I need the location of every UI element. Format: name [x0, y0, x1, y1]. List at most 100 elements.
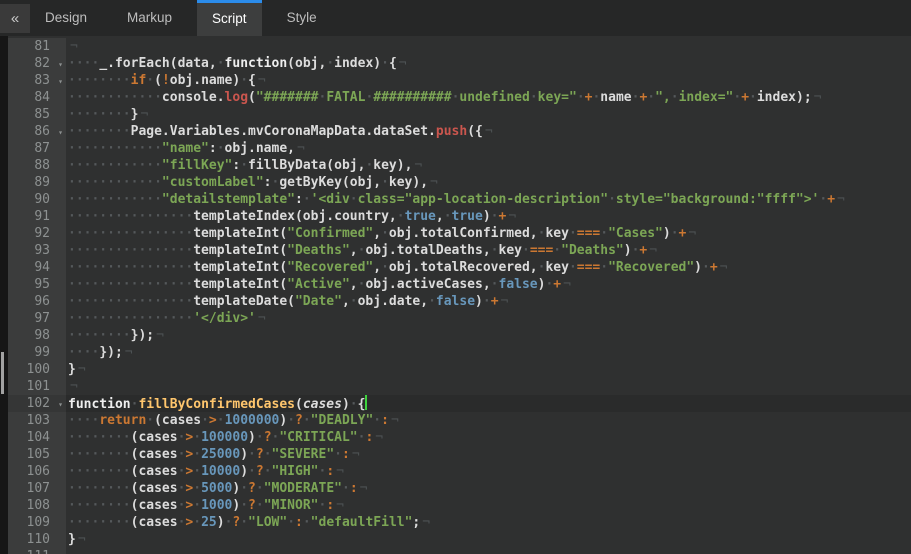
code-line-content[interactable]: ················templateIndex(obj.countr… [66, 208, 911, 225]
code-line-83[interactable]: 83▾········if·(!obj.name)·{¬ [8, 72, 911, 89]
gutter-line-number[interactable]: 84 [8, 89, 66, 106]
code-line-110[interactable]: 110}¬ [8, 531, 911, 548]
code-line-108[interactable]: 108········(cases·>·1000)·?·"MINOR"·:¬ [8, 497, 911, 514]
code-line-85[interactable]: 85········}¬ [8, 106, 911, 123]
gutter-line-number[interactable]: 81 [8, 38, 66, 55]
code-line-content[interactable]: ····_.forEach(data,·function(obj,·index)… [66, 55, 911, 72]
code-line-104[interactable]: 104········(cases·>·100000)·?·"CRITICAL"… [8, 429, 911, 446]
code-line-100[interactable]: 100}¬ [8, 361, 911, 378]
gutter-line-number[interactable]: 95 [8, 276, 66, 293]
gutter-line-number[interactable]: 99 [8, 344, 66, 361]
gutter-line-number[interactable]: 91 [8, 208, 66, 225]
code-line-content[interactable]: ········Page.Variables.mvCoronaMapData.d… [66, 123, 911, 140]
code-line-96[interactable]: 96················templateDate("Date",·o… [8, 293, 911, 310]
code-line-content[interactable]: ············"detailstemplate":·'<div·cla… [66, 191, 911, 208]
gutter-line-number[interactable]: 94 [8, 259, 66, 276]
code-line-88[interactable]: 88············"fillKey":·fillByData(obj,… [8, 157, 911, 174]
gutter-line-number[interactable]: 89 [8, 174, 66, 191]
tab-markup[interactable]: Markup [112, 0, 187, 36]
code-line-111[interactable]: 111 [8, 548, 911, 554]
code-line-91[interactable]: 91················templateIndex(obj.coun… [8, 208, 911, 225]
code-line-content[interactable] [66, 548, 911, 554]
gutter-line-number[interactable]: 102▾ [8, 395, 66, 412]
gutter-line-number[interactable]: 86▾ [8, 123, 66, 140]
code-line-107[interactable]: 107········(cases·>·5000)·?·"MODERATE"·:… [8, 480, 911, 497]
code-line-98[interactable]: 98········});¬ [8, 327, 911, 344]
gutter-line-number[interactable]: 88 [8, 157, 66, 174]
code-line-content[interactable]: ········(cases·>·25000)·?·"SEVERE"·:¬ [66, 446, 911, 463]
gutter-line-number[interactable]: 108 [8, 497, 66, 514]
fold-toggle-icon[interactable]: ▾ [58, 56, 63, 73]
code-line-102[interactable]: 102▾function·fillByConfirmedCases(cases)… [8, 395, 911, 412]
code-line-109[interactable]: 109········(cases·>·25)·?·"LOW"·:·"defau… [8, 514, 911, 531]
code-line-content[interactable]: ········(cases·>·10000)·?·"HIGH"·:¬ [66, 463, 911, 480]
code-line-content[interactable]: ················templateInt("Confirmed",… [66, 225, 911, 242]
code-line-content[interactable]: ¬ [66, 38, 911, 55]
gutter-line-number[interactable]: 98 [8, 327, 66, 344]
gutter-line-number[interactable]: 110 [8, 531, 66, 548]
script-code-editor[interactable]: 81¬82▾····_.forEach(data,·function(obj,·… [0, 36, 911, 554]
code-line-84[interactable]: 84············console.log("#######·FATAL… [8, 89, 911, 106]
code-line-87[interactable]: 87············"name":·obj.name,¬ [8, 140, 911, 157]
code-line-content[interactable]: ············"name":·obj.name,¬ [66, 140, 911, 157]
code-line-92[interactable]: 92················templateInt("Confirmed… [8, 225, 911, 242]
gutter-line-number[interactable]: 103 [8, 412, 66, 429]
fold-toggle-icon[interactable]: ▾ [58, 124, 63, 141]
code-line-103[interactable]: 103····return·(cases·>·1000000)·?·"DEADL… [8, 412, 911, 429]
gutter-line-number[interactable]: 104 [8, 429, 66, 446]
code-line-content[interactable]: ········(cases·>·25)·?·"LOW"·:·"defaultF… [66, 514, 911, 531]
code-line-content[interactable]: ················templateDate("Date",·obj… [66, 293, 911, 310]
gutter-line-number[interactable]: 82▾ [8, 55, 66, 72]
code-line-106[interactable]: 106········(cases·>·10000)·?·"HIGH"·:¬ [8, 463, 911, 480]
code-line-content[interactable]: ················templateInt("Recovered",… [66, 259, 911, 276]
gutter-line-number[interactable]: 111 [8, 548, 66, 554]
fold-toggle-icon[interactable]: ▾ [58, 396, 63, 413]
code-line-content[interactable]: ········(cases·>·5000)·?·"MODERATE"·:¬ [66, 480, 911, 497]
gutter-line-number[interactable]: 105 [8, 446, 66, 463]
code-line-content[interactable]: }¬ [66, 361, 911, 378]
fold-toggle-icon[interactable]: ▾ [58, 73, 63, 90]
code-line-97[interactable]: 97················'</div>'¬ [8, 310, 911, 327]
left-scrollbar-thumb[interactable] [1, 352, 4, 394]
gutter-line-number[interactable]: 93 [8, 242, 66, 259]
gutter-line-number[interactable]: 92 [8, 225, 66, 242]
gutter-line-number[interactable]: 90 [8, 191, 66, 208]
gutter-line-number[interactable]: 109 [8, 514, 66, 531]
gutter-line-number[interactable]: 97 [8, 310, 66, 327]
code-line-86[interactable]: 86▾········Page.Variables.mvCoronaMapDat… [8, 123, 911, 140]
tab-design[interactable]: Design [30, 0, 102, 36]
code-line-90[interactable]: 90············"detailstemplate":·'<div·c… [8, 191, 911, 208]
tab-script[interactable]: Script [197, 0, 262, 36]
code-line-94[interactable]: 94················templateInt("Recovered… [8, 259, 911, 276]
collapse-panel-button[interactable]: « [0, 4, 30, 33]
code-line-content[interactable]: ················templateInt("Active",·ob… [66, 276, 911, 293]
gutter-line-number[interactable]: 106 [8, 463, 66, 480]
gutter-line-number[interactable]: 101 [8, 378, 66, 395]
code-line-content[interactable]: ················'</div>'¬ [66, 310, 911, 327]
gutter-line-number[interactable]: 107 [8, 480, 66, 497]
code-line-content[interactable]: ····});¬ [66, 344, 911, 361]
code-line-content[interactable]: function·fillByConfirmedCases(cases)·{ [66, 395, 911, 412]
code-line-content[interactable]: ············console.log("#######·FATAL·#… [66, 89, 911, 106]
gutter-line-number[interactable]: 96 [8, 293, 66, 310]
code-line-content[interactable]: ····return·(cases·>·1000000)·?·"DEADLY"·… [66, 412, 911, 429]
code-line-101[interactable]: 101¬ [8, 378, 911, 395]
code-line-89[interactable]: 89············"customLabel":·getByKey(ob… [8, 174, 911, 191]
tab-style[interactable]: Style [272, 0, 332, 36]
code-line-content[interactable]: ········(cases·>·100000)·?·"CRITICAL"·:¬ [66, 429, 911, 446]
gutter-line-number[interactable]: 100 [8, 361, 66, 378]
code-line-95[interactable]: 95················templateInt("Active",·… [8, 276, 911, 293]
code-line-content[interactable]: ················templateInt("Deaths",·ob… [66, 242, 911, 259]
code-line-content[interactable]: ········}¬ [66, 106, 911, 123]
code-line-82[interactable]: 82▾····_.forEach(data,·function(obj,·ind… [8, 55, 911, 72]
code-line-81[interactable]: 81¬ [8, 38, 911, 55]
code-line-99[interactable]: 99····});¬ [8, 344, 911, 361]
code-line-93[interactable]: 93················templateInt("Deaths",·… [8, 242, 911, 259]
gutter-line-number[interactable]: 83▾ [8, 72, 66, 89]
code-line-content[interactable]: }¬ [66, 531, 911, 548]
code-line-content[interactable]: ········});¬ [66, 327, 911, 344]
code-line-content[interactable]: ········(cases·>·1000)·?·"MINOR"·:¬ [66, 497, 911, 514]
gutter-line-number[interactable]: 85 [8, 106, 66, 123]
code-line-105[interactable]: 105········(cases·>·25000)·?·"SEVERE"·:¬ [8, 446, 911, 463]
code-line-content[interactable]: ¬ [66, 378, 911, 395]
